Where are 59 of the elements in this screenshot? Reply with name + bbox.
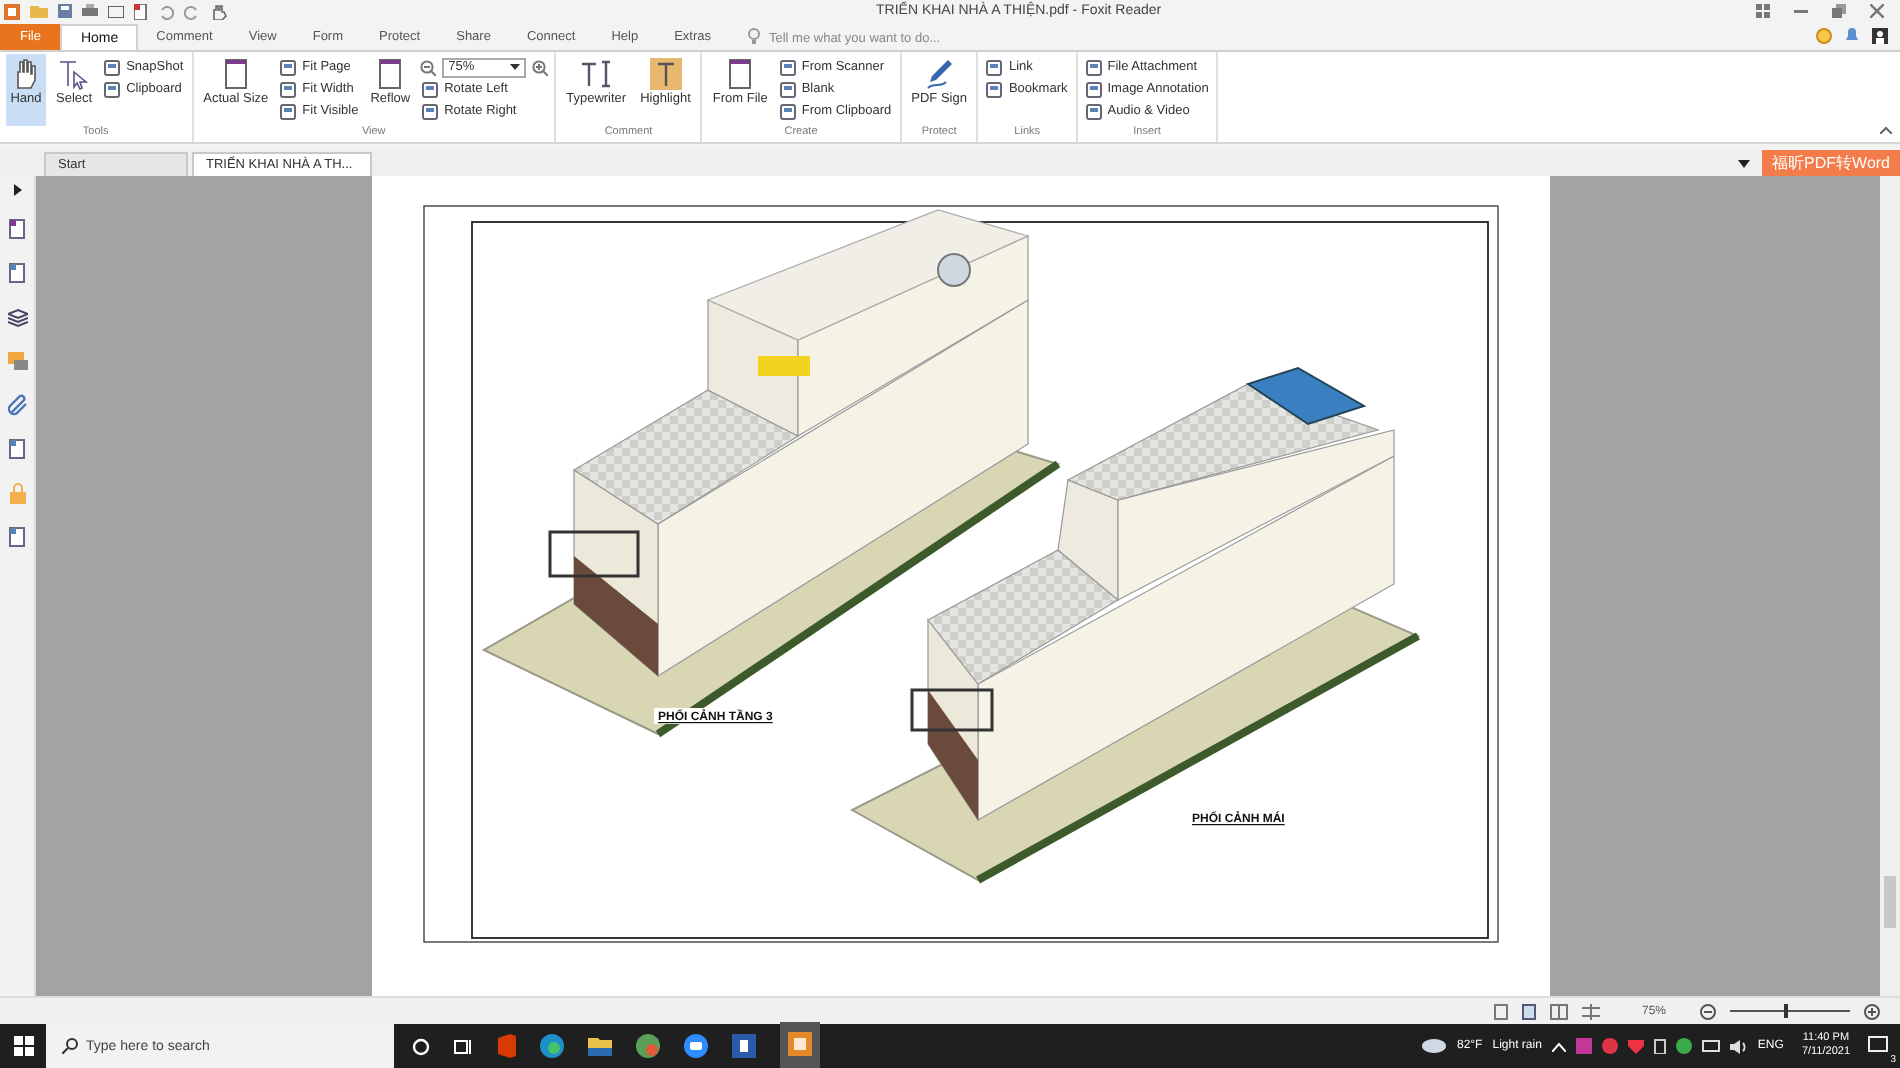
hand-icon[interactable] <box>210 3 230 20</box>
lightbulb-icon <box>748 28 761 45</box>
page-icon[interactable] <box>7 218 27 241</box>
print-icon[interactable] <box>82 4 98 19</box>
facing-pages-icon[interactable] <box>1549 1003 1568 1020</box>
cortana-circle-icon[interactable] <box>412 1037 430 1055</box>
speaker-icon[interactable] <box>1729 1039 1748 1053</box>
close-icon[interactable] <box>1870 4 1884 19</box>
smiley-icon[interactable] <box>1816 28 1832 45</box>
video-call-app-icon[interactable] <box>684 1034 708 1058</box>
task-view-icon[interactable] <box>454 1037 472 1055</box>
save-icon[interactable] <box>58 4 72 19</box>
minimize-icon[interactable] <box>1794 4 1808 19</box>
collapse-ribbon-icon[interactable] <box>1880 126 1892 135</box>
zoom-out-icon[interactable] <box>1700 1003 1716 1020</box>
pages-icon[interactable] <box>7 262 27 285</box>
notification-icon[interactable] <box>1868 1035 1888 1053</box>
zoom-in-icon[interactable] <box>532 59 549 76</box>
comments-icon[interactable] <box>7 350 27 373</box>
redo-icon[interactable] <box>184 3 200 20</box>
letter-r-app-icon[interactable] <box>732 1034 756 1058</box>
dropdown-caret-icon[interactable] <box>1738 160 1751 169</box>
layers-icon[interactable] <box>7 306 27 329</box>
email-icon[interactable] <box>108 5 124 18</box>
browser-app-icon[interactable] <box>540 1034 564 1058</box>
reader-app-taskbar-button[interactable] <box>780 1022 820 1068</box>
sync-icon[interactable] <box>1675 1038 1692 1054</box>
restore-icon[interactable] <box>1832 4 1846 19</box>
windows-start-icon[interactable] <box>14 1036 34 1056</box>
user-icon[interactable] <box>1872 28 1888 45</box>
expand-panel-icon[interactable] <box>13 184 21 197</box>
paperclip-icon[interactable] <box>7 394 27 417</box>
app-tray-icon[interactable] <box>1601 1038 1618 1054</box>
folder-app-icon[interactable] <box>588 1036 612 1056</box>
cursor-icon <box>58 58 91 91</box>
app-icon[interactable] <box>636 1034 660 1058</box>
page-frame-icon <box>219 58 252 91</box>
bell-icon[interactable] <box>1844 28 1860 45</box>
text-cursor-icon <box>580 58 613 91</box>
caret-up-icon[interactable] <box>1551 1041 1566 1051</box>
undo-icon[interactable] <box>158 3 174 20</box>
single-page-icon[interactable] <box>1493 1003 1508 1020</box>
continuous-facing-icon[interactable] <box>1581 1003 1600 1020</box>
battery-icon[interactable] <box>1653 1038 1666 1054</box>
zoom-in-icon[interactable] <box>1864 1003 1880 1020</box>
office-app-icon[interactable] <box>496 1034 516 1058</box>
new-document-icon[interactable] <box>134 3 148 20</box>
page-icon <box>724 58 757 91</box>
cloud-rain-icon <box>1422 1038 1447 1054</box>
shield-icon[interactable] <box>1627 1038 1644 1054</box>
reader-app-icon <box>788 1032 812 1056</box>
network-icon[interactable] <box>1701 1039 1720 1053</box>
grid-icon[interactable] <box>1756 4 1770 19</box>
continuous-page-icon[interactable] <box>1521 1003 1536 1020</box>
caret-down-icon[interactable] <box>510 64 521 71</box>
search-icon <box>62 1038 78 1054</box>
mail-app-tray-icon[interactable] <box>1575 1038 1592 1054</box>
zoom-out-icon[interactable] <box>420 59 437 76</box>
highlighter-icon <box>649 58 682 91</box>
